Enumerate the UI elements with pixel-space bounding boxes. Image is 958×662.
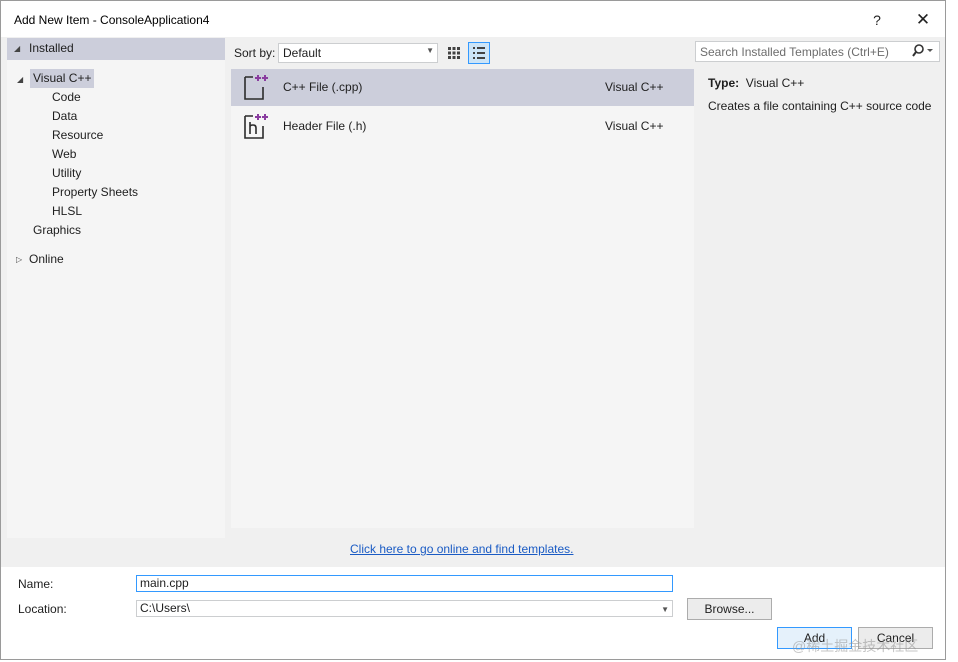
search-placeholder: Search Installed Templates (Ctrl+E) [700, 45, 889, 59]
template-name: Header File (.h) [283, 119, 367, 133]
browse-button[interactable]: Browse... [687, 598, 772, 620]
tree-item-utility[interactable]: Utility [52, 164, 81, 183]
template-item-cpp-file[interactable]: C++ File (.cpp) Visual C++ [231, 69, 694, 106]
sort-by-dropdown[interactable]: Default ▼ [278, 43, 438, 63]
tree-item-online[interactable]: Online [29, 250, 64, 269]
name-field[interactable]: main.cpp [136, 575, 673, 592]
tree-item-resource[interactable]: Resource [52, 126, 103, 145]
name-label: Name: [18, 577, 54, 591]
collapse-caret-icon[interactable]: ◢ [17, 75, 23, 84]
tree-item-data[interactable]: Data [52, 107, 77, 126]
template-name: C++ File (.cpp) [283, 80, 363, 94]
search-icon[interactable] [911, 43, 935, 59]
template-type: Type: Visual C++ [708, 76, 804, 90]
template-list: C++ File (.cpp) Visual C++ Header File (… [231, 69, 694, 528]
grid-view-icon [448, 47, 460, 59]
header-file-icon [244, 114, 268, 139]
template-description: Creates a file containing C++ source cod… [708, 99, 932, 113]
title-bar: Add New Item - ConsoleApplication4 ? ✕ [1, 1, 945, 37]
help-button[interactable]: ? [857, 7, 897, 33]
sort-by-value: Default [283, 46, 322, 60]
template-language: Visual C++ [605, 80, 664, 94]
tree-item-hlsl[interactable]: HLSL [52, 202, 82, 221]
find-templates-online-link[interactable]: Click here to go online and find templat… [350, 542, 573, 556]
type-label: Type: [708, 76, 740, 90]
details-view-button[interactable] [468, 42, 490, 64]
tree-item-visual-cpp[interactable]: Visual C++ [30, 69, 95, 88]
sort-by-label: Sort by: [234, 46, 276, 60]
tree-item-graphics[interactable]: Graphics [33, 221, 81, 240]
tree-item-code[interactable]: Code [52, 88, 81, 107]
search-templates-input[interactable]: Search Installed Templates (Ctrl+E) [695, 41, 940, 62]
expand-caret-icon[interactable]: ▷ [16, 255, 22, 264]
collapse-caret-icon[interactable]: ◢ [14, 44, 20, 53]
tree-item-installed[interactable]: Installed [29, 39, 74, 58]
close-button[interactable]: ✕ [903, 7, 943, 33]
chevron-down-icon: ▼ [426, 46, 434, 55]
tree-item-property-sheets[interactable]: Property Sheets [52, 183, 138, 202]
template-tree: ◢ Installed ◢ Visual C++ Code Data Resou… [7, 38, 225, 538]
list-view-icon [473, 47, 485, 59]
small-icons-view-button[interactable] [443, 42, 465, 64]
watermark: @稀土掘金技术社区 [792, 638, 919, 654]
tree-item-web[interactable]: Web [52, 145, 76, 164]
template-info-pane: Type: Visual C++ Creates a file containi… [699, 69, 939, 528]
location-value: C:\Users\ [140, 601, 191, 615]
name-value: main.cpp [140, 576, 189, 590]
location-label: Location: [18, 602, 67, 616]
template-item-header-file[interactable]: Header File (.h) Visual C++ [231, 108, 694, 145]
window-title: Add New Item - ConsoleApplication4 [14, 13, 210, 27]
template-language: Visual C++ [605, 119, 664, 133]
location-field[interactable]: C:\Users\ ▼ [136, 600, 673, 617]
type-value: Visual C++ [745, 76, 805, 90]
cpp-file-icon [244, 75, 268, 100]
chevron-down-icon[interactable]: ▼ [661, 602, 669, 617]
